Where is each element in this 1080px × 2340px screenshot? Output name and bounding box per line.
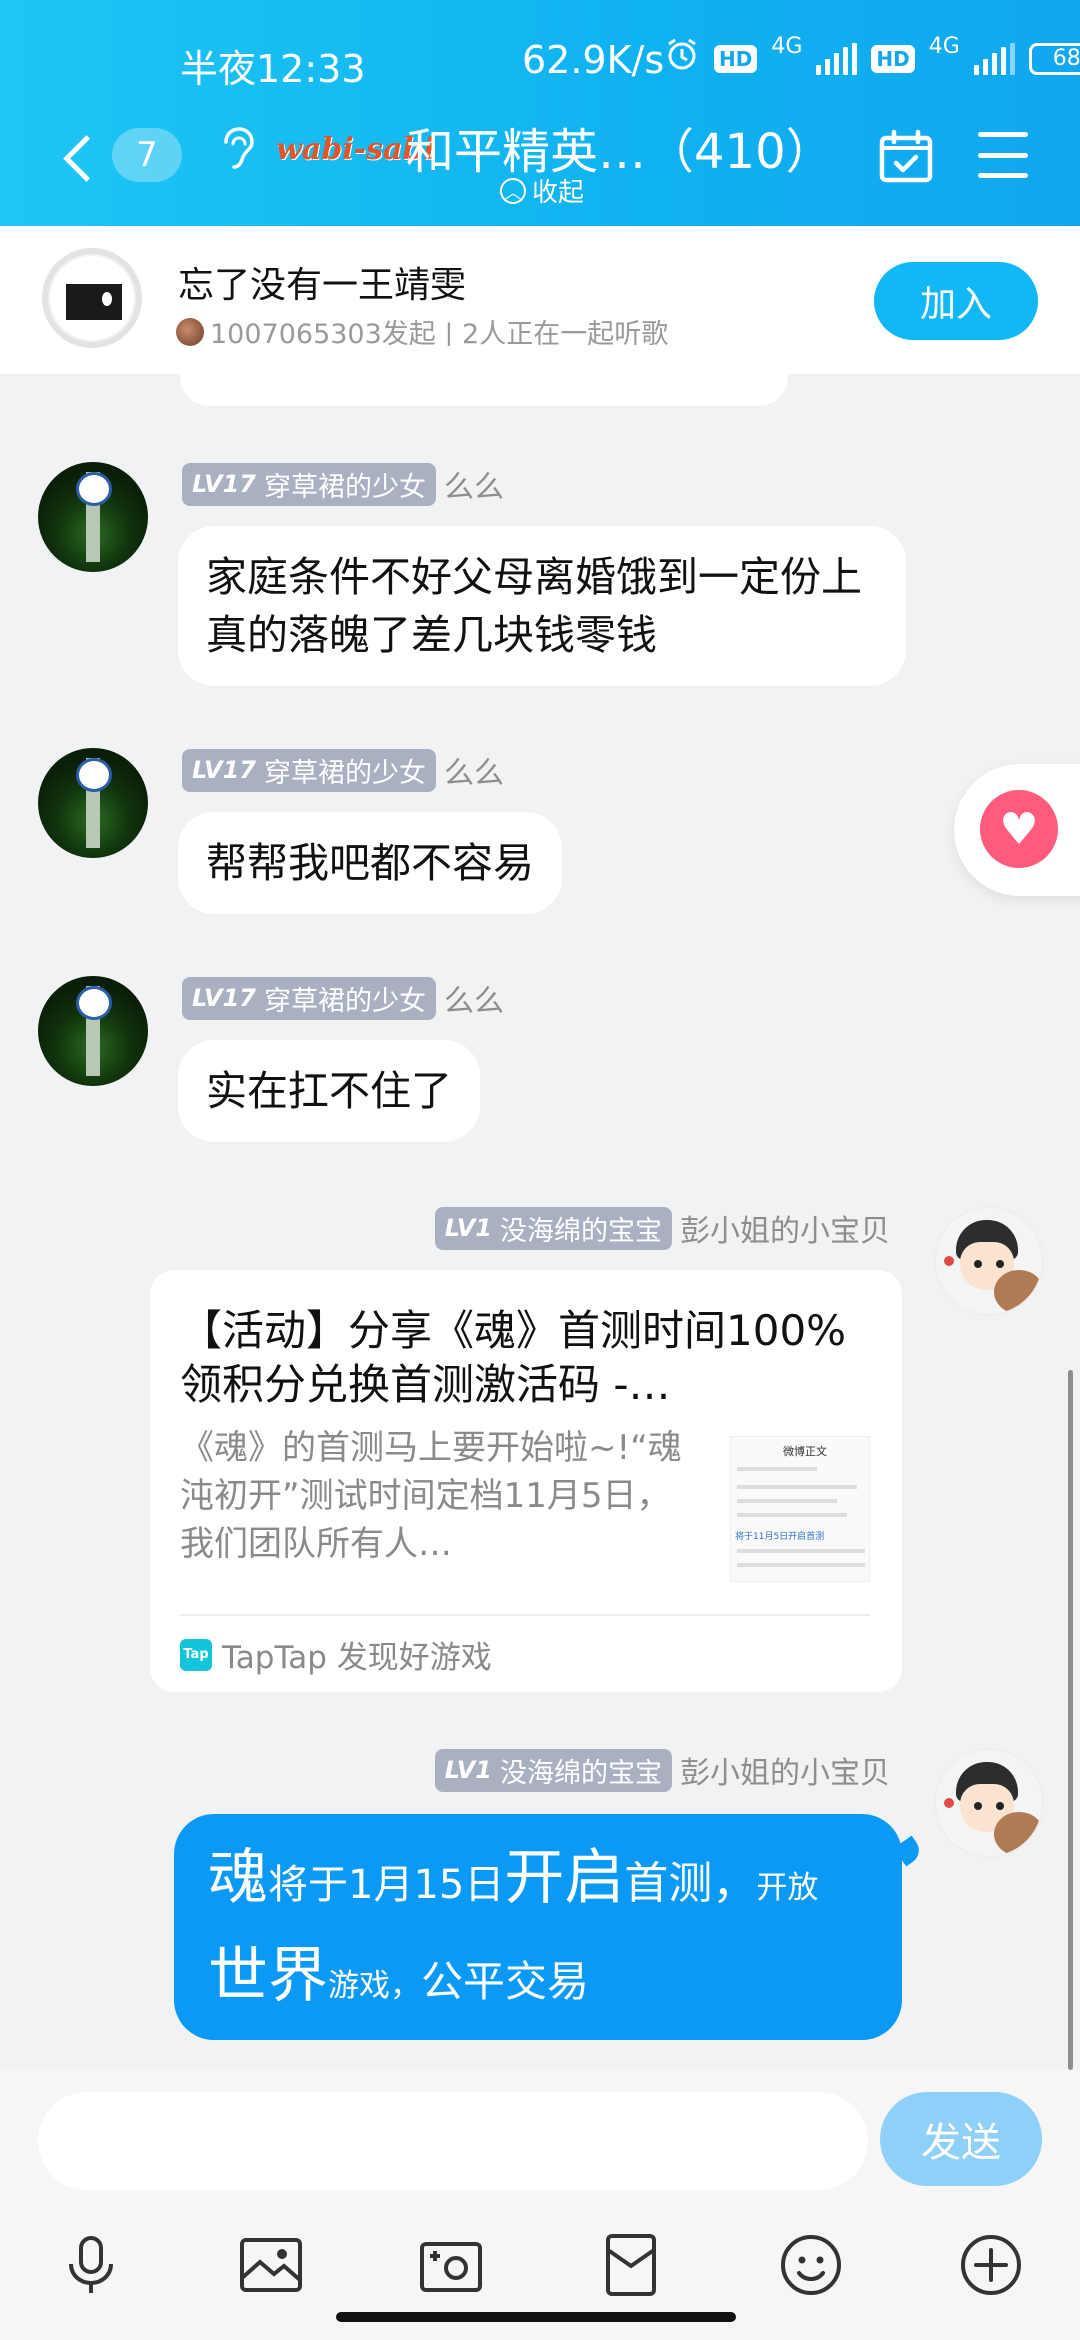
chat-header: 半夜12:33 62.9K/s HD 4G HD 4G 68 7 wabi-sa… (0, 0, 1080, 226)
level-badge: LV1 (444, 1214, 492, 1242)
song-cover (42, 248, 142, 348)
shared-link-card[interactable]: 【活动】分享《魂》首测时间100%领积分兑换首测激活码 -… 《魂》的首测马上要… (150, 1270, 902, 1692)
sender-info: LV17 穿草裙的少女 么么 (182, 748, 504, 792)
sender-nickname[interactable]: 么么 (444, 748, 504, 792)
title-tag-label: 穿草裙的少女 (263, 471, 426, 503)
signal-icon (816, 42, 858, 75)
image-icon[interactable] (236, 2230, 306, 2300)
unread-badge[interactable]: 7 (112, 128, 182, 182)
status-icons: HD 4G HD 4G 68 (664, 34, 1080, 81)
chevron-up-icon: ︿ (500, 177, 526, 204)
sender-nickname[interactable]: 彭小姐的小宝贝 (680, 1748, 890, 1792)
title-tag-label: 没海绵的宝宝 (500, 1757, 662, 1789)
calendar-check-icon[interactable] (878, 128, 934, 184)
title-tag-label: 穿草裙的少女 (263, 985, 426, 1017)
card-source: Tap TapTap 发现好游戏 (180, 1632, 492, 1677)
member-title-tag: LV17 穿草裙的少女 (182, 748, 436, 792)
avatar[interactable] (934, 1748, 1044, 1858)
styled-text: 开放 (756, 1870, 819, 1906)
emoji-icon[interactable] (776, 2230, 846, 2300)
status-time: 半夜12:33 (180, 47, 366, 91)
level-badge: LV17 (192, 756, 256, 784)
previous-message-bubble[interactable] (180, 346, 788, 406)
back-icon[interactable] (58, 128, 108, 188)
avatar[interactable] (38, 976, 148, 1086)
sim2-label: 4G (928, 34, 960, 59)
thumb-heading: 微博正文 (783, 1445, 827, 1458)
collapse-label: 收起 (532, 178, 585, 208)
styled-text: 开启 (504, 1843, 625, 1913)
title-tag-label: 没海绵的宝宝 (500, 1215, 662, 1247)
avatar[interactable] (38, 748, 148, 858)
network-speed: 62.9K/s (522, 38, 665, 82)
ear-mode-icon[interactable] (216, 124, 256, 174)
song-title: 忘了没有一王靖雯 (178, 265, 467, 306)
sim1-label: 4G (771, 34, 803, 59)
styled-text: 公平交易 (421, 1957, 590, 2006)
avatar[interactable] (38, 462, 148, 572)
sender-nickname[interactable]: 么么 (444, 976, 504, 1020)
collapse-button[interactable]: ︿ 收起 (500, 172, 584, 209)
card-description: 《魂》的首测马上要开始啦~!“魂沌初开”测试时间定档11月5日，我们团队所有人… (180, 1428, 682, 1564)
styled-text: 世界 (208, 1941, 328, 2011)
member-title-tag: LV17 穿草裙的少女 (182, 976, 436, 1020)
hd-icon: HD (714, 44, 758, 73)
menu-icon[interactable] (978, 132, 1028, 178)
sender-info: LV1 没海绵的宝宝 彭小姐的小宝贝 (434, 1206, 890, 1250)
home-indicator[interactable] (336, 2312, 736, 2322)
title-tag-label: 穿草裙的少女 (263, 757, 426, 789)
send-button[interactable]: 发送 (880, 2092, 1042, 2186)
styled-text: 魂 (208, 1843, 268, 1913)
message-bubble[interactable]: 实在扛不住了 (178, 1040, 480, 1142)
card-thumbnail: 微博正文 将于11月5日开启首测 (730, 1436, 870, 1582)
plus-icon[interactable] (956, 2230, 1026, 2300)
level-badge: LV1 (444, 1756, 492, 1784)
styled-text: 游戏， (328, 1968, 421, 2004)
sender-nickname[interactable]: 么么 (444, 462, 504, 506)
scrollbar[interactable] (1068, 1370, 1073, 2070)
alarm-icon (664, 36, 700, 81)
join-button[interactable]: 加入 (874, 262, 1038, 340)
red-packet-icon[interactable] (596, 2230, 666, 2300)
thumb-link: 将于11月5日开启首测 (735, 1532, 825, 1542)
heart-icon: ♥ (980, 790, 1058, 868)
level-badge: LV17 (192, 470, 256, 498)
taptap-icon: Tap (180, 1638, 212, 1671)
sender-nickname[interactable]: 彭小姐的小宝贝 (680, 1206, 890, 1250)
heart-float-button[interactable]: ♥ (954, 764, 1080, 896)
member-title-tag: LV1 没海绵的宝宝 (434, 1206, 672, 1250)
hd-icon-2: HD (871, 44, 915, 73)
message-bubble[interactable]: 家庭条件不好父母离婚饿到一定份上真的落魄了差几块钱零钱 (178, 526, 906, 686)
member-title-tag: LV17 穿草裙的少女 (182, 462, 436, 506)
card-title: 【活动】分享《魂》首测时间100%领积分兑换首测激活码 -… (180, 1306, 847, 1409)
message-bubble[interactable]: 帮帮我吧都不容易 (178, 812, 562, 914)
message-input[interactable] (38, 2092, 868, 2190)
member-title-tag: LV1 没海绵的宝宝 (434, 1748, 672, 1792)
message-bubble-own[interactable]: 魂将于1月15日开启首测，开放世界游戏，公平交易 (174, 1814, 902, 2040)
battery-icon: 68 (1028, 42, 1080, 75)
battery-level: 68 (1052, 46, 1080, 71)
sender-info: LV17 穿草裙的少女 么么 (182, 462, 504, 506)
microphone-icon[interactable] (56, 2230, 126, 2300)
signal-icon-2 (973, 42, 1015, 75)
status-bar: 半夜12:33 62.9K/s HD 4G HD 4G 68 (0, 30, 1080, 91)
styled-text: 首测， (624, 1858, 757, 1909)
toolbar (0, 2230, 1080, 2310)
styled-text: 将于1月15日 (268, 1862, 505, 1908)
sender-info: LV1 没海绵的宝宝 彭小姐的小宝贝 (434, 1748, 890, 1792)
input-bar: 发送 (0, 2070, 1080, 2340)
sender-info: LV17 穿草裙的少女 么么 (182, 976, 504, 1020)
card-divider (180, 1614, 870, 1616)
avatar[interactable] (934, 1206, 1044, 1316)
nav-bar: 7 wabi-sabi 和平精英…（410） ︿ 收起 (0, 110, 1080, 210)
level-badge: LV17 (192, 984, 256, 1012)
group-title[interactable]: 和平精英…（410） (406, 112, 834, 182)
camera-icon[interactable] (416, 2230, 486, 2300)
card-source-label: TapTap 发现好游戏 (222, 1640, 492, 1676)
host-avatar (176, 317, 204, 346)
